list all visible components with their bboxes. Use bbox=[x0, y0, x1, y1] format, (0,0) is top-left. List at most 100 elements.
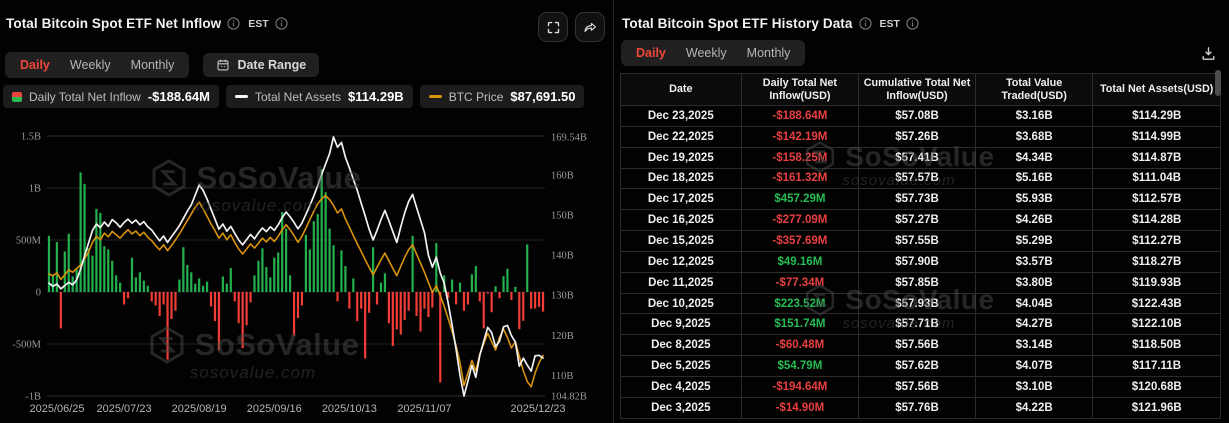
column-header-total-net-assets[interactable]: Total Net Assets(USD) bbox=[1093, 74, 1220, 106]
cumulative-inflow-cell: $57.93B bbox=[859, 294, 976, 315]
date-cell: Dec 8,2025 bbox=[621, 335, 742, 356]
cumulative-inflow-cell: $57.41B bbox=[859, 148, 976, 169]
net-assets-cell: $118.27B bbox=[1093, 252, 1220, 273]
table-row: Dec 4,2025-$194.64M$57.56B$3.10B$120.68B bbox=[621, 377, 1220, 398]
history-data-panel: Total Bitcoin Spot ETF History Data EST … bbox=[613, 0, 1229, 423]
daily-inflow-cell: $457.29M bbox=[742, 189, 860, 210]
cumulative-inflow-cell: $57.57B bbox=[859, 169, 976, 190]
cumulative-inflow-cell: $57.62B bbox=[859, 356, 976, 377]
value-traded-cell: $3.14B bbox=[976, 335, 1094, 356]
value-traded-cell: $5.93B bbox=[976, 189, 1094, 210]
svg-text:160B: 160B bbox=[551, 171, 574, 182]
cumulative-inflow-cell: $57.76B bbox=[859, 398, 976, 419]
download-button[interactable] bbox=[1198, 43, 1219, 64]
daily-inflow-cell: -$357.69M bbox=[742, 231, 860, 252]
legend-value: $114.29B bbox=[348, 89, 404, 104]
share-button[interactable] bbox=[575, 12, 605, 42]
legend-label: Total Net Assets bbox=[255, 90, 341, 104]
net-inflow-chart-area: 1.5B1B500M0-500M-1B169.54B160B150B140B13… bbox=[0, 120, 613, 423]
net-assets-cell: $114.87B bbox=[1093, 148, 1220, 169]
table-tab-monthly[interactable]: Monthly bbox=[738, 44, 800, 62]
line-swatch-icon bbox=[235, 95, 248, 98]
legend-item-1[interactable]: Total Net Assets $114.29B bbox=[226, 85, 413, 108]
chart-legend: Daily Total Net Inflow-$188.64M Total Net… bbox=[0, 78, 613, 108]
value-traded-cell: $5.16B bbox=[976, 169, 1094, 190]
daily-inflow-cell: -$277.09M bbox=[742, 210, 860, 231]
cumulative-inflow-cell: $57.27B bbox=[859, 210, 976, 231]
date-cell: Dec 12,2025 bbox=[621, 252, 742, 273]
svg-text:1.5B: 1.5B bbox=[21, 132, 41, 143]
svg-text:130B: 130B bbox=[551, 291, 574, 302]
svg-text:169.54B: 169.54B bbox=[551, 133, 587, 144]
daily-inflow-cell: $49.16M bbox=[742, 252, 860, 273]
info-icon[interactable] bbox=[859, 17, 872, 30]
table-row: Dec 23,2025-$188.64M$57.08B$3.16B$114.29… bbox=[621, 106, 1220, 127]
download-icon bbox=[1200, 45, 1217, 62]
table-tab-daily[interactable]: Daily bbox=[627, 44, 675, 62]
chart-period-tabs: DailyWeeklyMonthly bbox=[5, 52, 189, 78]
value-traded-cell: $3.10B bbox=[976, 377, 1094, 398]
table-row: Dec 19,2025-$158.25M$57.41B$4.34B$114.87… bbox=[621, 148, 1220, 169]
column-header-cumulative-net-inflow[interactable]: Cumulative Total Net Inflow(USD) bbox=[859, 74, 976, 106]
date-cell: Dec 5,2025 bbox=[621, 356, 742, 377]
table-row: Dec 5,2025$54.79M$57.62B$4.07B$117.11B bbox=[621, 356, 1220, 377]
etf-dashboard: Total Bitcoin Spot ETF Net Inflow EST bbox=[0, 0, 1229, 423]
value-traded-cell: $3.16B bbox=[976, 106, 1094, 127]
table-row: Dec 17,2025$457.29M$57.73B$5.93B$112.57B bbox=[621, 189, 1220, 210]
net-assets-cell: $120.68B bbox=[1093, 377, 1220, 398]
tab-monthly[interactable]: Monthly bbox=[122, 56, 184, 74]
cumulative-inflow-cell: $57.73B bbox=[859, 189, 976, 210]
value-traded-cell: $4.22B bbox=[976, 398, 1094, 419]
date-cell: Dec 11,2025 bbox=[621, 273, 742, 294]
table-row: Dec 15,2025-$357.69M$57.55B$5.29B$112.27… bbox=[621, 231, 1220, 252]
value-traded-cell: $3.80B bbox=[976, 273, 1094, 294]
table-row: Dec 18,2025-$161.32M$57.57B$5.16B$111.04… bbox=[621, 169, 1220, 190]
date-cell: Dec 22,2025 bbox=[621, 127, 742, 148]
net-inflow-panel: Total Bitcoin Spot ETF Net Inflow EST bbox=[0, 0, 613, 423]
net-assets-cell: $114.28B bbox=[1093, 210, 1220, 231]
column-header-date[interactable]: Date bbox=[621, 74, 742, 106]
line-swatch-icon bbox=[429, 95, 442, 98]
net-assets-cell: $122.10B bbox=[1093, 314, 1220, 335]
cumulative-inflow-cell: $57.90B bbox=[859, 252, 976, 273]
info-icon[interactable] bbox=[275, 17, 288, 30]
net-assets-cell: $118.50B bbox=[1093, 335, 1220, 356]
daily-inflow-cell: $223.52M bbox=[742, 294, 860, 315]
svg-text:1B: 1B bbox=[29, 184, 41, 195]
table-scrollbar-thumb[interactable] bbox=[1215, 70, 1221, 96]
value-traded-cell: $4.07B bbox=[976, 356, 1094, 377]
date-cell: Dec 4,2025 bbox=[621, 377, 742, 398]
cumulative-inflow-cell: $57.71B bbox=[859, 314, 976, 335]
legend-value: -$188.64M bbox=[148, 89, 210, 104]
date-range-button[interactable]: Date Range bbox=[203, 53, 319, 77]
legend-item-0[interactable]: Daily Total Net Inflow-$188.64M bbox=[3, 85, 219, 108]
inflow-swatch-icon bbox=[12, 92, 22, 102]
column-header-daily-net-inflow[interactable]: Daily Total Net Inflow(USD) bbox=[742, 74, 860, 106]
net-inflow-chart[interactable]: 1.5B1B500M0-500M-1B169.54B160B150B140B13… bbox=[0, 120, 613, 423]
svg-text:2025/06/25: 2025/06/25 bbox=[29, 403, 84, 415]
value-traded-cell: $4.27B bbox=[976, 314, 1094, 335]
value-traded-cell: $3.68B bbox=[976, 127, 1094, 148]
daily-inflow-cell: -$142.19M bbox=[742, 127, 860, 148]
date-cell: Dec 18,2025 bbox=[621, 169, 742, 190]
svg-text:500M: 500M bbox=[16, 236, 42, 247]
daily-inflow-cell: $54.79M bbox=[742, 356, 860, 377]
column-header-total-value-traded[interactable]: Total Value Traded(USD) bbox=[976, 74, 1094, 106]
tab-weekly[interactable]: Weekly bbox=[61, 56, 120, 74]
info-icon[interactable] bbox=[906, 17, 919, 30]
fullscreen-button[interactable] bbox=[538, 12, 568, 42]
date-cell: Dec 23,2025 bbox=[621, 106, 742, 127]
daily-inflow-cell: -$161.32M bbox=[742, 169, 860, 190]
tab-daily[interactable]: Daily bbox=[11, 56, 59, 74]
table-row: Dec 8,2025-$60.48M$57.56B$3.14B$118.50B bbox=[621, 335, 1220, 356]
net-assets-cell: $111.04B bbox=[1093, 169, 1220, 190]
est-label: EST bbox=[248, 18, 268, 30]
table-body: Dec 23,2025-$188.64M$57.08B$3.16B$114.29… bbox=[621, 106, 1220, 419]
table-row: Dec 12,2025$49.16M$57.90B$3.57B$118.27B bbox=[621, 252, 1220, 273]
table-tab-weekly[interactable]: Weekly bbox=[677, 44, 736, 62]
value-traded-cell: $3.57B bbox=[976, 252, 1094, 273]
info-icon[interactable] bbox=[227, 17, 240, 30]
legend-item-2[interactable]: BTC Price$87,691.50 bbox=[420, 85, 585, 108]
table-row: Dec 22,2025-$142.19M$57.26B$3.68B$114.99… bbox=[621, 127, 1220, 148]
est-label: EST bbox=[880, 18, 900, 30]
